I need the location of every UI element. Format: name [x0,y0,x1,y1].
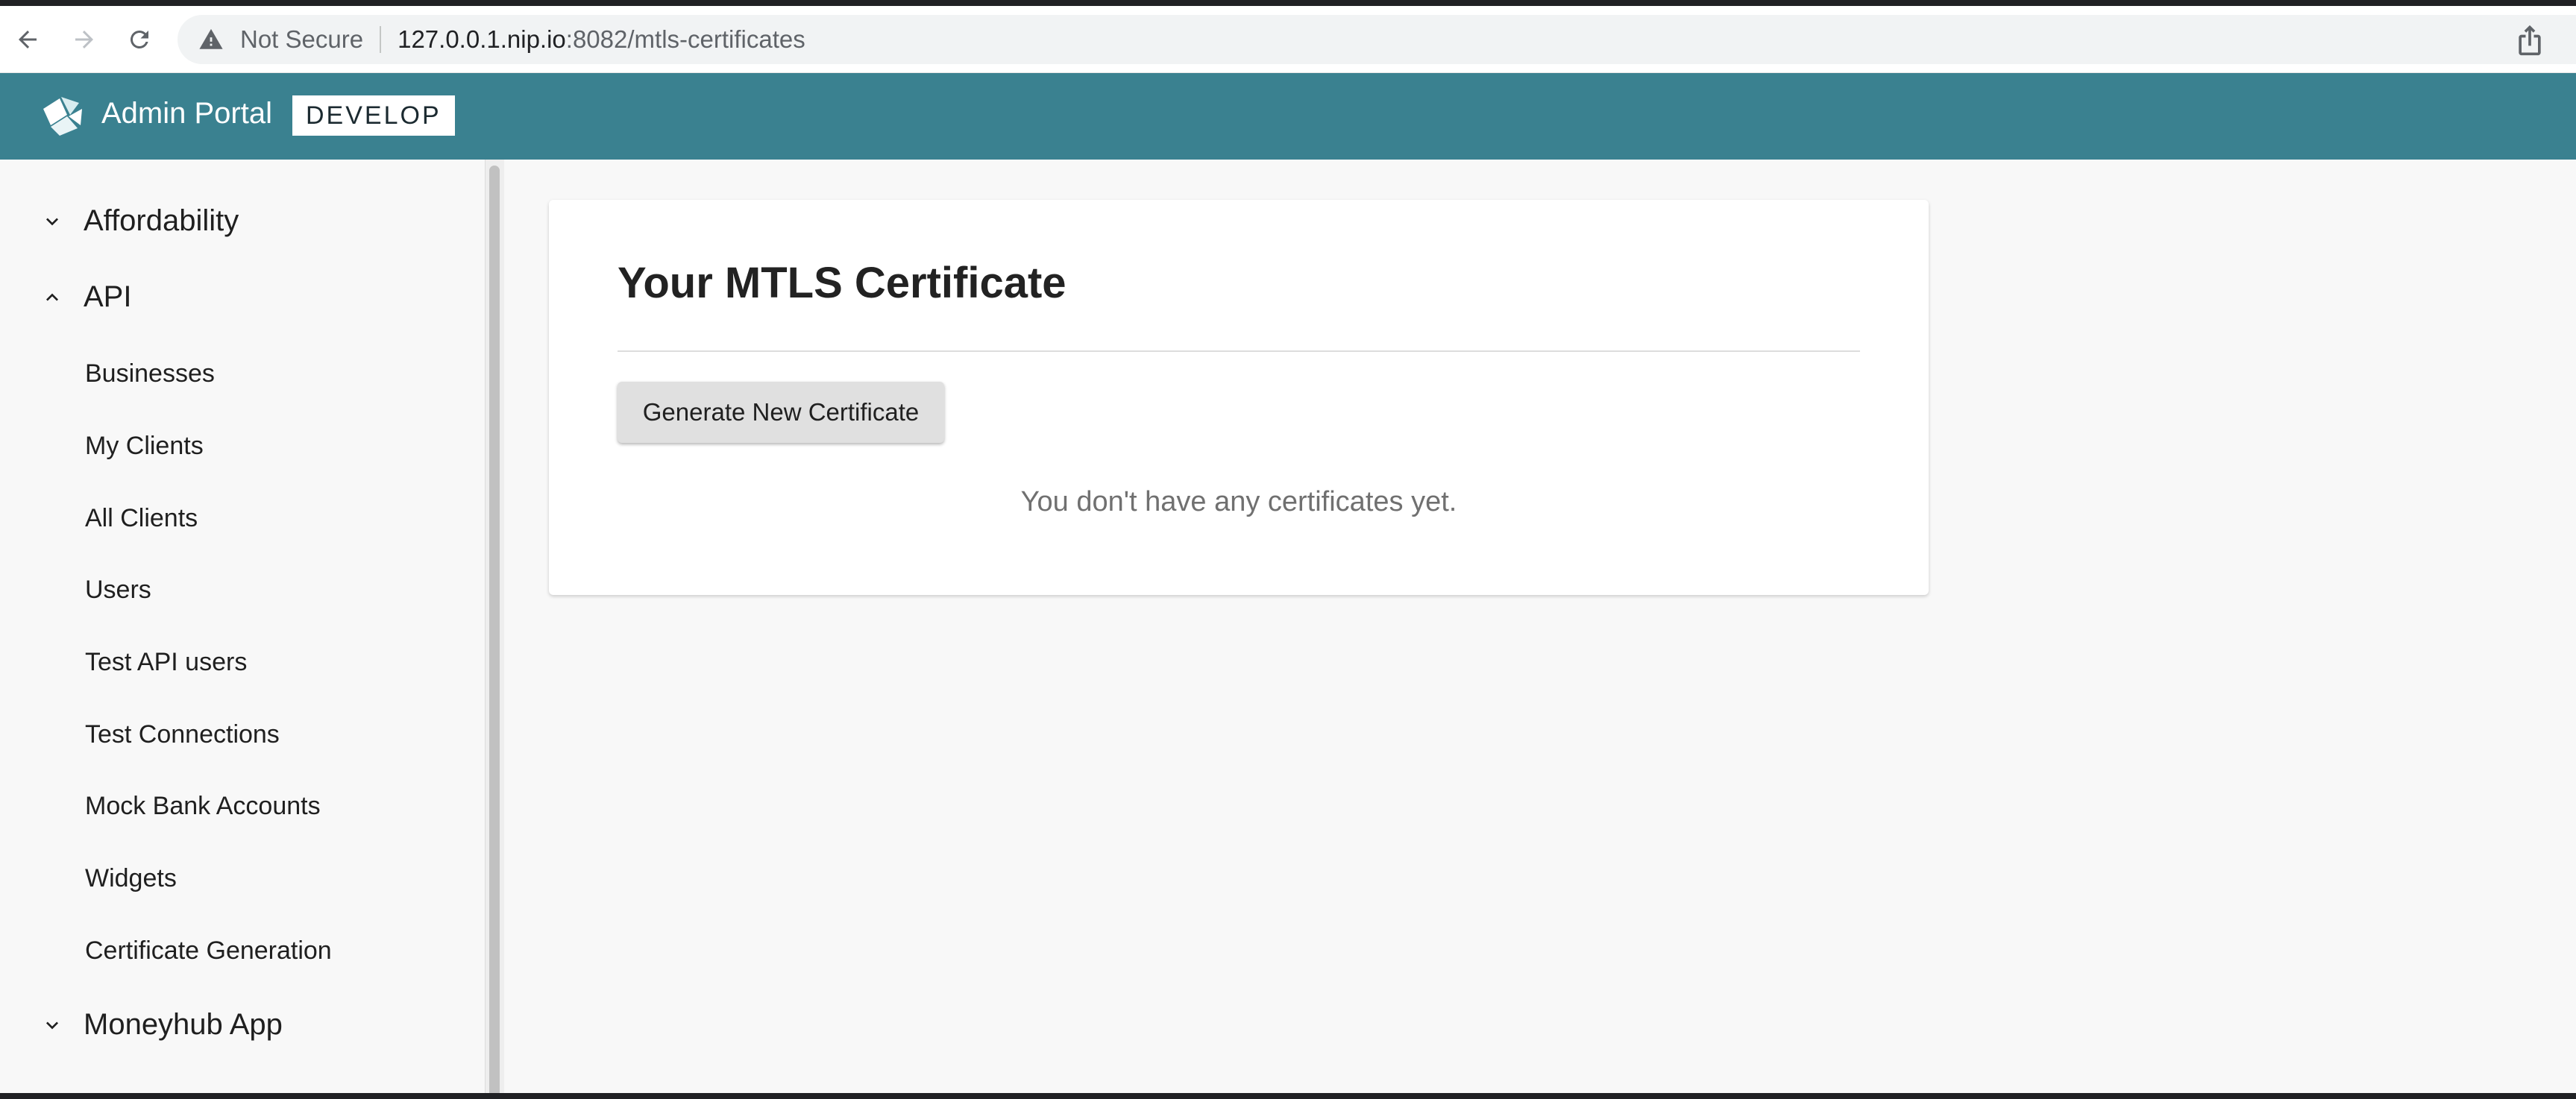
title-divider [618,350,1860,352]
page-title: Your MTLS Certificate [618,259,1066,307]
sidebar-section-moneyhub-app[interactable]: Moneyhub App [40,1008,283,1042]
sidebar-item-certificate-generation[interactable]: Certificate Generation [85,936,332,966]
address-bar[interactable]: Not Secure 127.0.0.1.nip.io:8082/mtls-ce… [178,15,2576,64]
sidebar-item-users[interactable]: Users [85,576,151,605]
forward-button[interactable] [64,19,104,60]
window-bottom-edge [0,1093,2576,1099]
warning-icon [199,28,223,49]
sidebar-item-test-api-users[interactable]: Test API users [85,648,247,677]
reload-button[interactable] [119,19,160,60]
arrow-left-icon [19,31,37,48]
share-icon[interactable] [2513,24,2546,57]
sidebar-section-api[interactable]: API [40,280,131,314]
sidebar-section-label: Affordability [84,204,239,237]
certificate-card: Your MTLS Certificate Generate New Certi… [549,200,1929,595]
address-separator [380,26,382,53]
chevron-up-icon [46,293,58,301]
window-top-edge [0,0,2576,6]
sidebar-section-label: API [84,280,132,313]
generate-certificate-button[interactable]: Generate New Certificate [618,382,944,443]
arrow-right-icon [75,31,93,48]
sidebar-item-businesses[interactable]: Businesses [85,359,215,388]
sidebar-section-label: Moneyhub App [84,1008,283,1041]
chevron-down-icon [46,217,58,225]
browser-toolbar: Not Secure 127.0.0.1.nip.io:8082/mtls-ce… [0,6,2576,73]
back-button[interactable] [7,19,48,60]
sidebar-item-mock-bank-accounts[interactable]: Mock Bank Accounts [85,792,321,821]
reload-icon [130,30,148,48]
logo-icon[interactable] [37,92,85,140]
sidebar-item-test-connections[interactable]: Test Connections [85,720,280,749]
sidebar-nav: Affordability API Businesses My Clients … [0,160,504,1099]
security-label: Not Secure [240,25,364,53]
url-path: :8082/mtls-certificates [565,25,805,53]
sidebar-item-widgets[interactable]: Widgets [85,864,177,893]
app-header: Admin Portal DEVELOP [0,73,2576,160]
chevron-down-icon [46,1021,58,1029]
empty-state-message: You don't have any certificates yet. [1020,486,1457,517]
sidebar-item-all-clients[interactable]: All Clients [85,504,198,533]
sidebar-section-affordability[interactable]: Affordability [40,204,239,238]
sidebar-item-my-clients[interactable]: My Clients [85,432,204,461]
environment-badge: DEVELOP [292,95,455,136]
portal-title[interactable]: Admin Portal [101,97,272,130]
sidebar-scrollbar-thumb[interactable] [489,166,500,1099]
url-host: 127.0.0.1.nip.io [398,25,566,53]
